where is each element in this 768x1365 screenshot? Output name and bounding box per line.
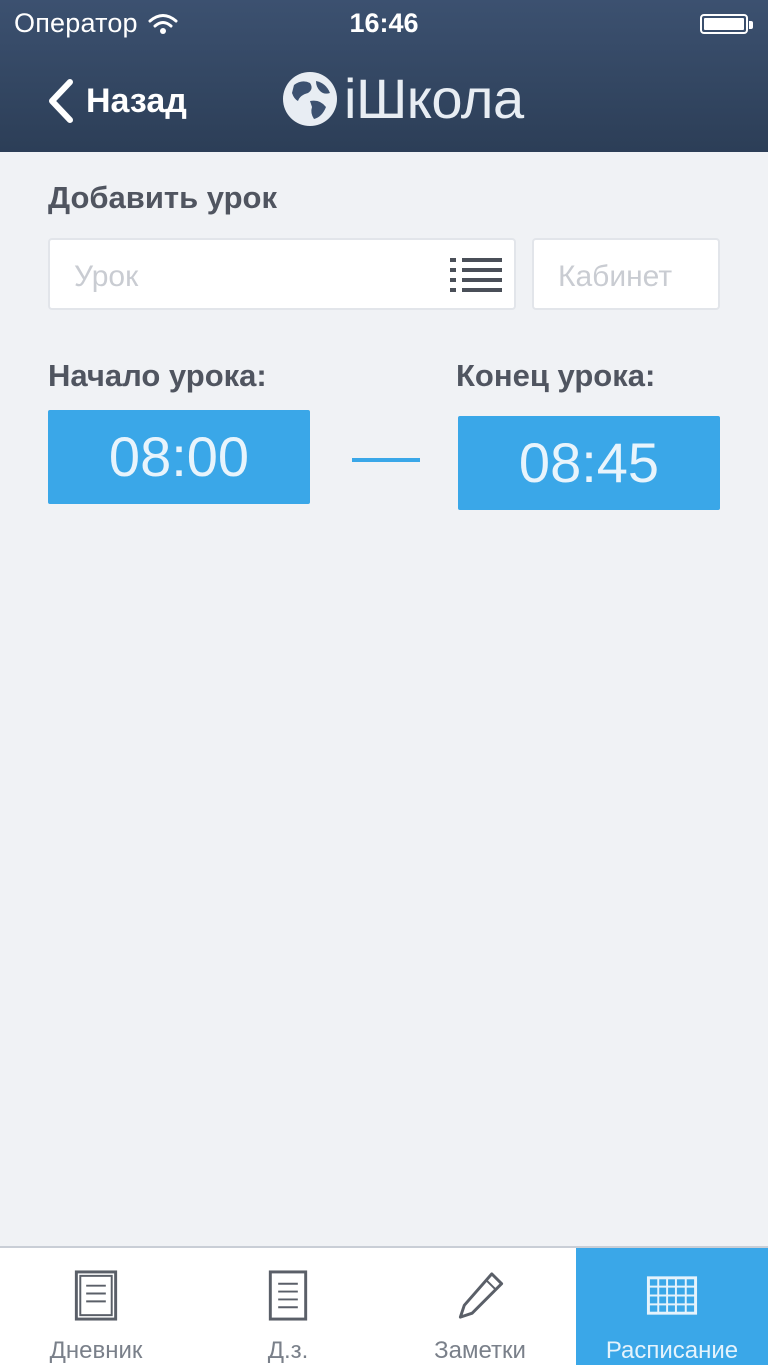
globe-icon xyxy=(283,71,337,126)
navigation-bar: Назад iШкола xyxy=(0,52,768,152)
tab-diary[interactable]: Дневник xyxy=(0,1248,192,1365)
chevron-left-icon xyxy=(49,79,73,123)
tab-notes[interactable]: Заметки xyxy=(384,1248,576,1365)
tab-label: Расписание xyxy=(605,1337,739,1364)
lesson-input[interactable]: Урок xyxy=(48,238,516,310)
app-logo: iШкола xyxy=(280,66,524,131)
back-label: Назад xyxy=(86,81,187,120)
tab-schedule[interactable]: Расписание xyxy=(576,1248,768,1365)
homework-icon xyxy=(268,1270,308,1321)
tab-homework[interactable]: Д.з. xyxy=(192,1248,384,1365)
app-title: iШкола xyxy=(344,67,524,130)
time-range-dash xyxy=(352,458,420,462)
top-bar: Оператор 16:46 Назад iШкола xyxy=(0,0,768,152)
tab-label: Д.з. xyxy=(267,1337,309,1364)
pencil-icon xyxy=(458,1272,504,1319)
end-time-button[interactable]: 08:45 xyxy=(458,416,720,510)
start-time-button[interactable]: 08:00 xyxy=(48,410,310,504)
diary-icon xyxy=(74,1270,118,1321)
back-button[interactable]: Назад xyxy=(46,78,187,124)
battery-icon xyxy=(700,14,753,34)
status-bar: Оператор 16:46 xyxy=(0,0,768,48)
tab-bar: Дневник Д.з. Заметки Расписание xyxy=(0,1246,768,1365)
list-icon[interactable] xyxy=(448,252,504,298)
lesson-placeholder: Урок xyxy=(74,260,139,293)
section-title: Добавить урок xyxy=(48,180,277,215)
end-time-label: Конец урока: xyxy=(456,358,656,393)
status-time: 16:46 xyxy=(349,8,419,38)
tab-label: Заметки xyxy=(434,1337,526,1364)
room-placeholder: Кабинет xyxy=(558,260,673,293)
start-time-label: Начало урока: xyxy=(48,358,267,393)
tab-label: Дневник xyxy=(49,1337,143,1364)
room-input[interactable]: Кабинет xyxy=(532,238,720,310)
grid-icon xyxy=(646,1276,698,1315)
